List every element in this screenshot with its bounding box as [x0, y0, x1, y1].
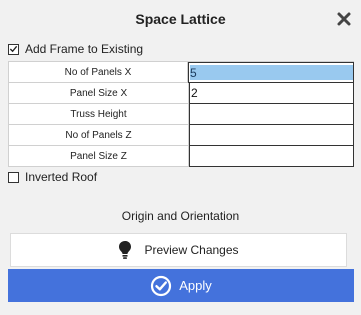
param-row-truss-height: Truss Height [9, 104, 354, 125]
panel-size-z-input[interactable] [189, 146, 354, 167]
param-label: Truss Height [9, 104, 189, 125]
checkmark-icon [9, 45, 18, 53]
preview-changes-button[interactable]: Preview Changes [10, 233, 347, 267]
lightbulb-icon [119, 241, 132, 259]
close-icon[interactable] [336, 11, 352, 27]
title-bar: Space Lattice [0, 0, 361, 38]
truss-height-input[interactable] [189, 104, 354, 125]
param-row-panel-size-z: Panel Size Z [9, 146, 354, 167]
panels-x-input[interactable]: 5 [188, 62, 354, 83]
check-circle-icon [151, 275, 172, 296]
parameter-grid: No of Panels X 5 Panel Size X 2 Truss He… [8, 61, 354, 167]
param-label: No of Panels X [9, 62, 188, 83]
apply-label: Apply [179, 278, 212, 293]
param-row-panels-z: No of Panels Z [9, 125, 354, 146]
panels-z-input[interactable] [189, 125, 354, 146]
panel-size-x-input[interactable]: 2 [189, 83, 354, 104]
origin-orientation-section[interactable]: Origin and Orientation [0, 205, 361, 227]
param-label: Panel Size X [9, 83, 189, 104]
inverted-roof-option[interactable]: Inverted Roof [8, 170, 97, 184]
param-label: No of Panels Z [9, 125, 189, 146]
param-row-panel-size-x: Panel Size X 2 [9, 83, 354, 104]
param-row-panels-x: No of Panels X 5 [9, 62, 354, 83]
param-label: Panel Size Z [9, 146, 189, 167]
window-title: Space Lattice [135, 11, 226, 27]
inverted-roof-checkbox[interactable] [8, 171, 19, 183]
add-frame-label: Add Frame to Existing [25, 42, 144, 56]
add-frame-checkbox[interactable] [8, 43, 19, 55]
apply-button[interactable]: Apply [8, 269, 354, 302]
inverted-roof-label: Inverted Roof [25, 170, 98, 184]
param-value: 5 [190, 65, 353, 80]
add-frame-option[interactable]: Add Frame to Existing [8, 42, 143, 56]
preview-label: Preview Changes [144, 243, 239, 257]
